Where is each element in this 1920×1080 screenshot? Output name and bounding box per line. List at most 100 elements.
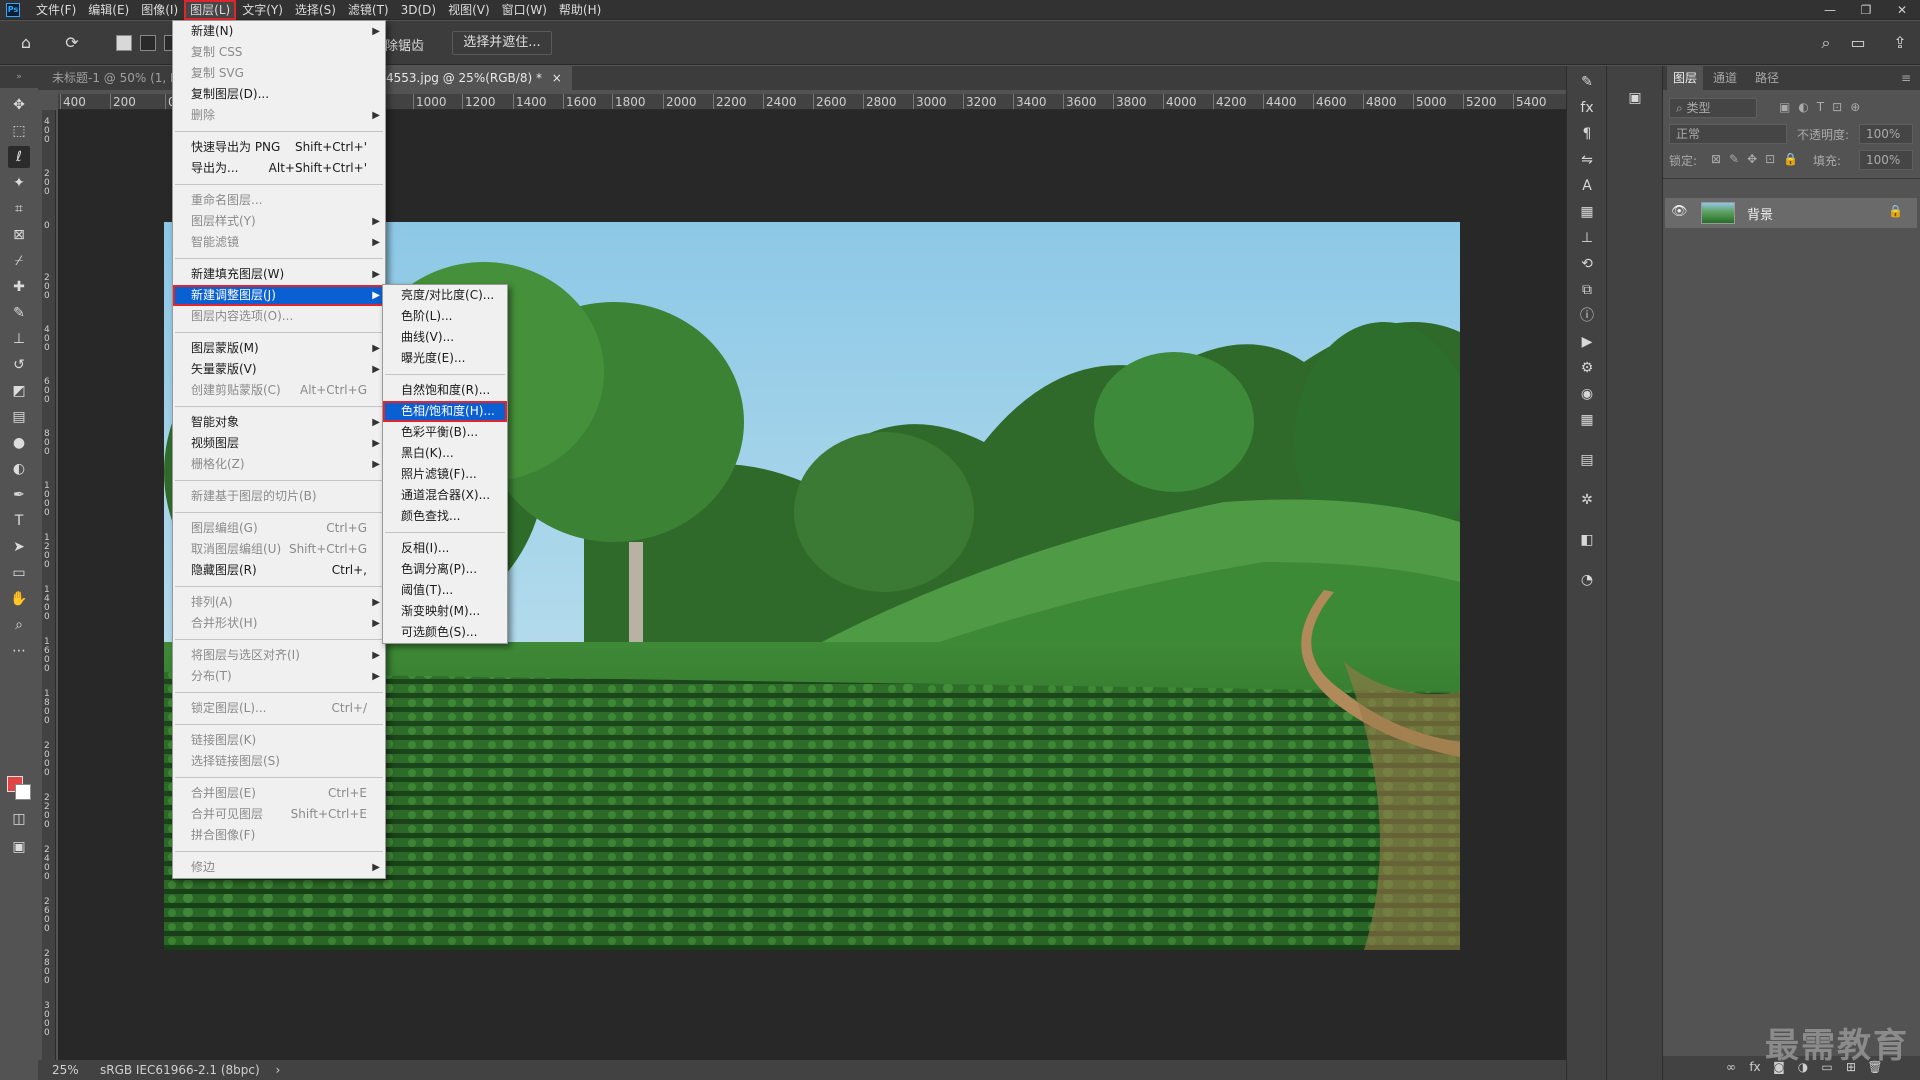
menu-item[interactable]: 隐藏图层(R) Ctrl+, — [173, 560, 385, 581]
home-icon[interactable]: ⌂ — [16, 33, 36, 53]
rectangle-tool-icon[interactable]: ▭ — [8, 562, 30, 584]
menu-item[interactable]: 图层蒙版(M) ▶ — [173, 338, 385, 359]
visibility-eye-icon[interactable]: 👁 — [1671, 204, 1688, 219]
gradient-tool-icon[interactable]: ▤ — [8, 406, 30, 428]
menu-item[interactable]: 色阶(L)... — [383, 306, 507, 327]
menu-2[interactable]: 图像(I) — [135, 0, 184, 20]
dodge-tool-icon[interactable]: ◐ — [8, 458, 30, 480]
close-button[interactable]: ✕ — [1884, 0, 1920, 20]
hand-tool-icon[interactable]: ✋ — [8, 588, 30, 610]
layer-style-icon[interactable]: fx — [1747, 1059, 1763, 1075]
menu-7[interactable]: 3D(D) — [395, 0, 442, 20]
layer-name[interactable]: 背景 — [1747, 204, 1773, 223]
zoom-level[interactable]: 25% — [52, 1060, 79, 1080]
magic-wand-tool-icon[interactable]: ✦ — [8, 172, 30, 194]
libraries-icon[interactable]: ▣ — [1625, 88, 1645, 108]
menu-item[interactable]: 新建填充图层(W) ▶ — [173, 264, 385, 285]
menu-item[interactable]: 色彩平衡(B)... — [383, 422, 507, 443]
crop-tool-icon[interactable]: ⌗ — [8, 198, 30, 220]
panel-menu-icon[interactable]: ≡ — [1895, 66, 1917, 90]
workspace-icon[interactable]: ▭ — [1848, 33, 1868, 53]
menu-item[interactable]: 亮度/对比度(C)... — [383, 285, 507, 306]
lock-icons[interactable]: ⊠✎✥⊡🔒 — [1711, 152, 1806, 166]
zoom-tool-icon[interactable]: ⌕ — [8, 614, 30, 636]
menu-item[interactable]: 智能对象 ▶ — [173, 412, 385, 433]
restore-button[interactable]: ❐ — [1848, 0, 1884, 20]
menu-item[interactable]: 色相/饱和度(H)... — [383, 401, 507, 422]
styles-icon[interactable]: fx — [1577, 98, 1597, 118]
glyphs-icon[interactable]: ▦ — [1577, 202, 1597, 222]
menu-item[interactable]: 反相(I)... — [383, 538, 507, 559]
toolbar-collapse[interactable]: » — [0, 66, 38, 88]
menu-item[interactable]: 通道混合器(X)... — [383, 485, 507, 506]
history-brush-tool-icon[interactable]: ↺ — [8, 354, 30, 376]
layer-filter-kind[interactable]: ⌕ 类型 — [1669, 98, 1757, 118]
menu-8[interactable]: 视图(V) — [442, 0, 496, 20]
menu-item[interactable]: 渐变映射(M)... — [383, 601, 507, 622]
swatches-icon[interactable]: ◧ — [1577, 530, 1597, 550]
menu-item[interactable]: 可选颜色(S)... — [383, 622, 507, 643]
menu-item[interactable]: 照片滤镜(F)... — [383, 464, 507, 485]
tab-untitled[interactable]: 未标题-1 @ 50% (1, R — [42, 66, 188, 90]
pen-tool-icon[interactable]: ✒ — [8, 484, 30, 506]
blur-tool-icon[interactable]: ● — [8, 432, 30, 454]
add-selection-icon[interactable] — [140, 35, 156, 51]
menu-item[interactable]: 视频图层 ▶ — [173, 433, 385, 454]
menu-1[interactable]: 编辑(E) — [82, 0, 135, 20]
lasso-tool-preset-icon[interactable]: ⟳ — [62, 33, 82, 53]
menu-item[interactable]: 快速导出为 PNG Shift+Ctrl+' — [173, 137, 385, 158]
share-icon[interactable]: ⇪ — [1890, 33, 1910, 53]
link-layers-icon[interactable]: ∞ — [1723, 1059, 1739, 1075]
menu-10[interactable]: 帮助(H) — [553, 0, 607, 20]
menu-item[interactable]: 复制图层(D)... — [173, 84, 385, 105]
menu-item[interactable]: 新建调整图层(J) ▶ — [173, 285, 385, 306]
lasso-tool-icon[interactable]: ℓ — [8, 146, 30, 168]
tab-paths[interactable]: 路径 — [1749, 66, 1785, 90]
menu-3[interactable]: 图层(L) — [184, 0, 237, 20]
color-icon[interactable]: ◔ — [1577, 570, 1597, 590]
navigator-icon[interactable]: ✲ — [1577, 490, 1597, 510]
brush-tool-icon[interactable]: ✎ — [8, 302, 30, 324]
menu-item[interactable]: 色调分离(P)... — [383, 559, 507, 580]
layer-filter-icons[interactable]: ▣◐T⊡⊕ — [1779, 100, 1868, 114]
menu-4[interactable]: 文字(Y) — [236, 0, 289, 20]
menu-item[interactable]: 曲线(V)... — [383, 327, 507, 348]
menu-item[interactable]: 自然饱和度(R)... — [383, 380, 507, 401]
tab-close-icon[interactable]: × — [552, 71, 562, 85]
menu-9[interactable]: 窗口(W) — [496, 0, 553, 20]
move-tool-icon[interactable]: ✥ — [8, 94, 30, 116]
screen-mode-icon[interactable]: ▣ — [8, 836, 30, 858]
timeline-icon[interactable]: ▦ — [1577, 410, 1597, 430]
menu-item[interactable]: 导出为... Alt+Shift+Ctrl+' — [173, 158, 385, 179]
minimize-button[interactable]: — — [1812, 0, 1848, 20]
menu-0[interactable]: 文件(F) — [30, 0, 82, 20]
notes-icon[interactable]: ▤ — [1577, 450, 1597, 470]
menu-item[interactable]: 阈值(T)... — [383, 580, 507, 601]
layer-row-background[interactable]: 👁 背景 🔒 — [1665, 198, 1917, 228]
menu-item[interactable]: 黑白(K)... — [383, 443, 507, 464]
healing-brush-tool-icon[interactable]: ✚ — [8, 276, 30, 298]
marquee-tool-icon[interactable]: ⬚ — [8, 120, 30, 142]
clone-source-icon[interactable]: ⊥ — [1577, 228, 1597, 248]
fill-input[interactable]: 100% — [1859, 150, 1913, 170]
more-tools-icon[interactable]: ⋯ — [8, 640, 30, 662]
opacity-input[interactable]: 100% — [1859, 124, 1913, 144]
actions-icon[interactable]: ▶ — [1577, 332, 1597, 352]
brush-settings-icon[interactable]: ✎ — [1577, 72, 1597, 92]
history-icon[interactable]: ⟲ — [1577, 254, 1597, 274]
type-tool-icon[interactable]: T — [8, 510, 30, 532]
adjustments-icon[interactable]: ⇋ — [1577, 150, 1597, 170]
background-color-swatch[interactable] — [15, 784, 31, 800]
properties-icon[interactable]: ⚙ — [1577, 358, 1597, 378]
path-selection-tool-icon[interactable]: ➤ — [8, 536, 30, 558]
status-menu-arrow[interactable]: › — [276, 1063, 281, 1077]
frame-tool-icon[interactable]: ⊠ — [8, 224, 30, 246]
select-and-mask-button[interactable]: 选择并遮住... — [452, 31, 552, 55]
blend-mode-select[interactable]: 正常 — [1669, 124, 1787, 144]
menu-item[interactable]: 矢量蒙版(V) ▶ — [173, 359, 385, 380]
menu-item[interactable]: 曝光度(E)... — [383, 348, 507, 369]
stamp-tool-icon[interactable]: ⊥ — [8, 328, 30, 350]
eyedropper-tool-icon[interactable]: ⌿ — [8, 250, 30, 272]
tab-4553-jpg[interactable]: 4553.jpg @ 25%(RGB/8) * × — [376, 66, 572, 90]
menu-6[interactable]: 滤镜(T) — [342, 0, 395, 20]
